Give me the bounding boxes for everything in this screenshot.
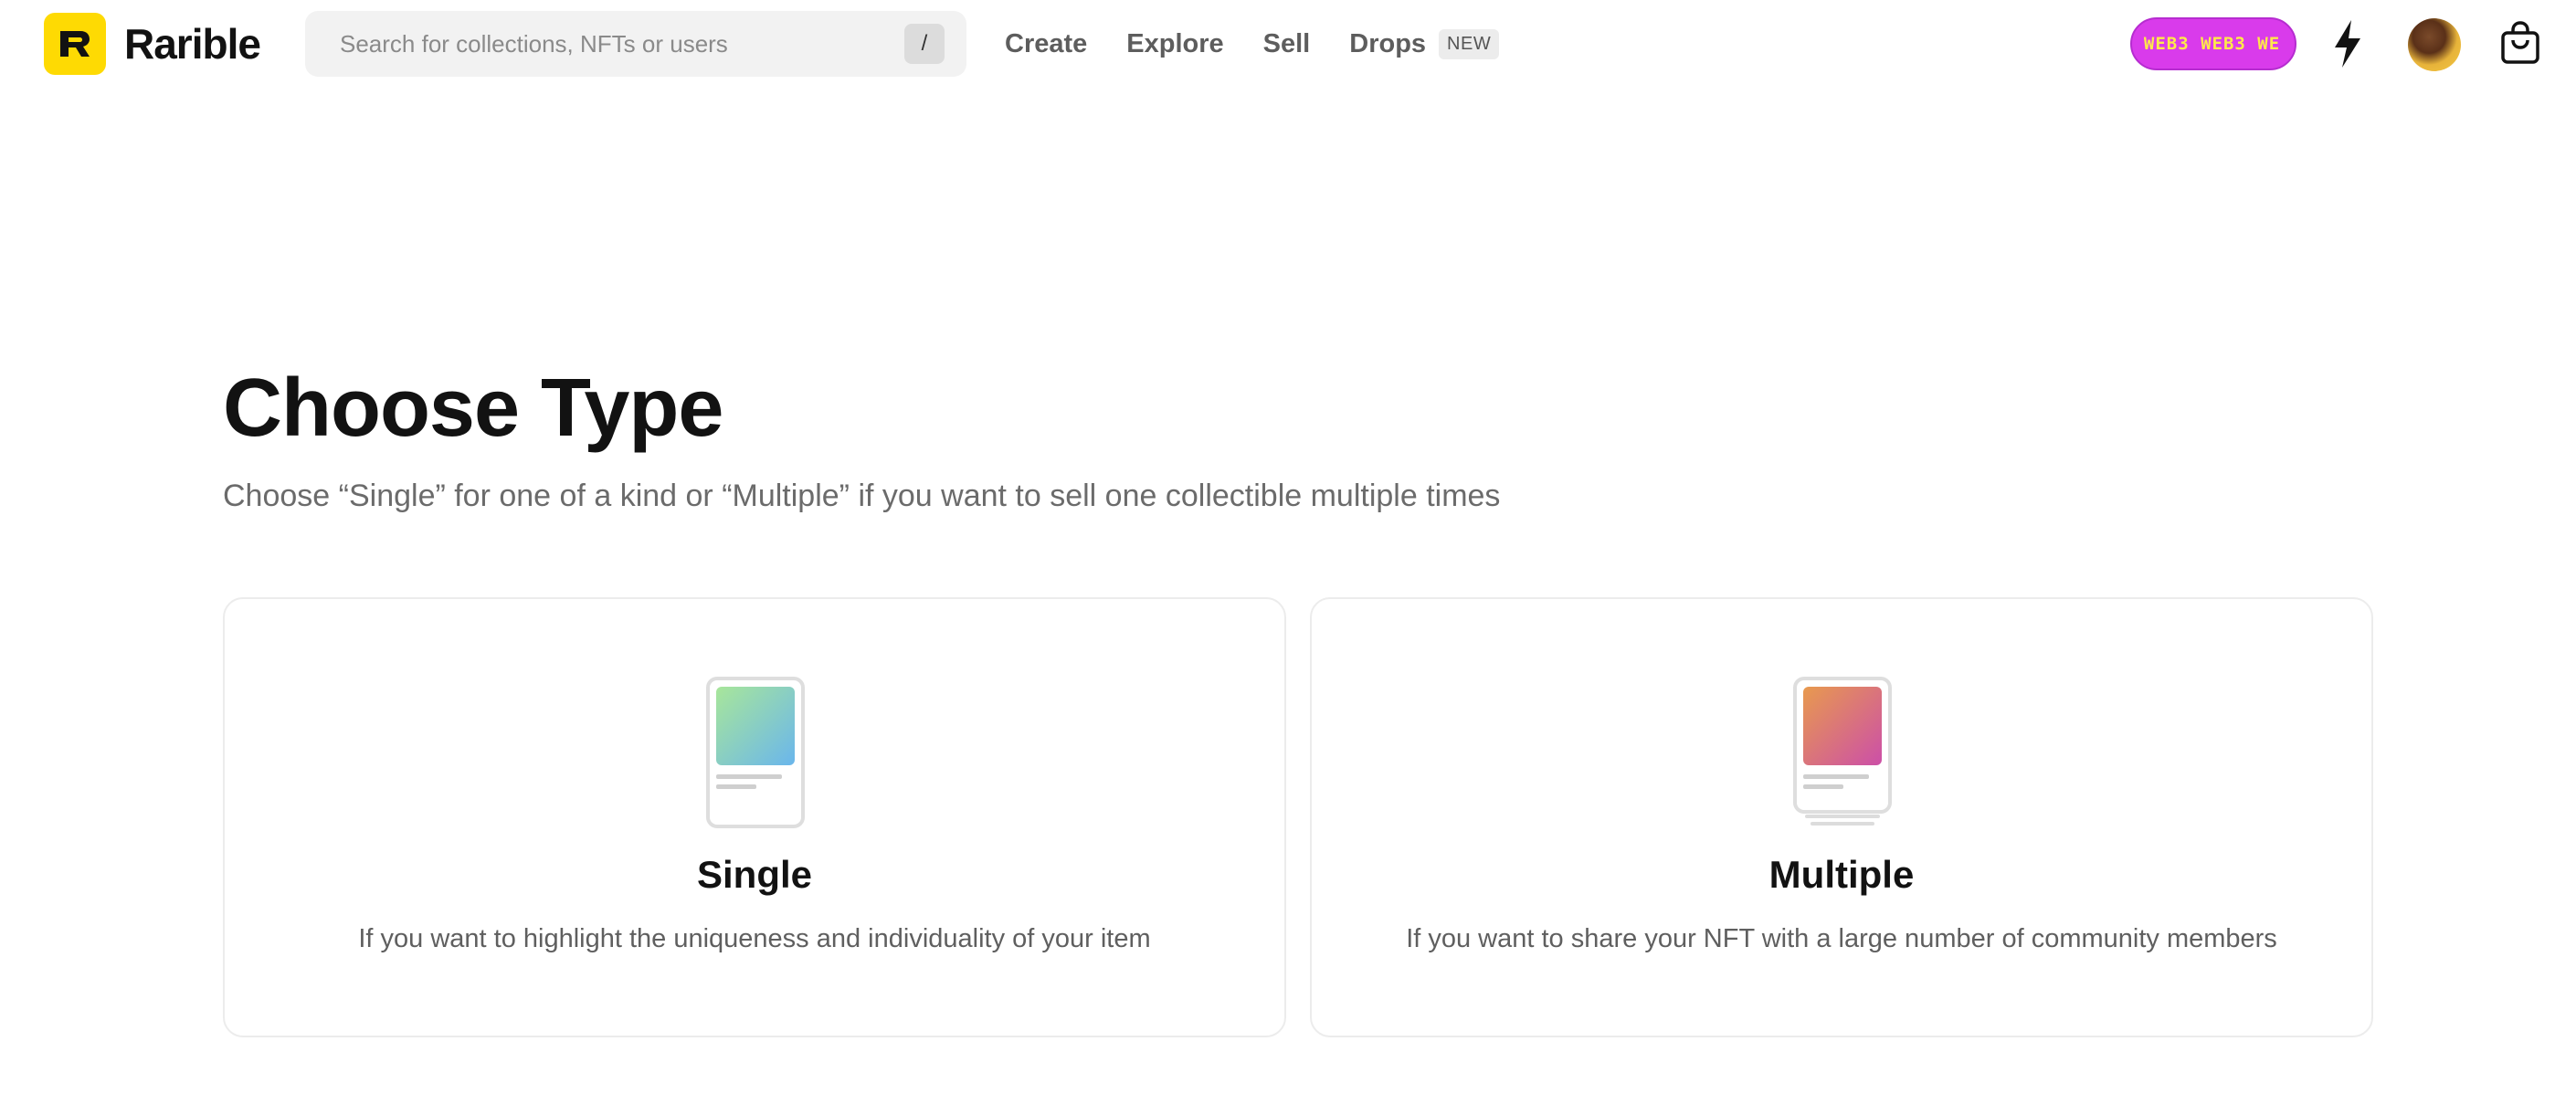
single-card-description: If you want to highlight the uniqueness … xyxy=(358,924,1151,953)
search-bar[interactable]: / xyxy=(305,11,966,77)
nav-sell-link[interactable]: Sell xyxy=(1263,29,1311,59)
new-badge: NEW xyxy=(1439,28,1500,59)
multiple-card-description: If you want to share your NFT with a lar… xyxy=(1406,924,2277,953)
single-type-card[interactable]: Single If you want to highlight the uniq… xyxy=(223,597,1286,1037)
nav-create-link[interactable]: Create xyxy=(1005,29,1087,59)
multiple-type-card[interactable]: Multiple If you want to share your NFT w… xyxy=(1310,597,2373,1037)
multiple-nft-illustration-icon xyxy=(1792,676,1893,831)
search-input[interactable] xyxy=(340,29,904,58)
nav-explore-link[interactable]: Explore xyxy=(1126,29,1223,59)
nav-drops-link[interactable]: Drops xyxy=(1349,29,1426,59)
shopping-bag-icon[interactable] xyxy=(2499,20,2541,66)
lightning-bolt-icon[interactable] xyxy=(2329,18,2366,69)
single-card-title: Single xyxy=(696,853,813,896)
user-avatar[interactable] xyxy=(2408,18,2461,71)
single-nft-illustration-icon xyxy=(705,676,806,831)
rarible-logo[interactable]: Rarible xyxy=(44,13,261,75)
logo-mark-icon xyxy=(44,13,106,75)
web3-promo-button[interactable]: 3 WEB3 WEB3 WE xyxy=(2130,17,2296,70)
top-header: Rarible / Create Explore Sell Drops NEW … xyxy=(0,0,2576,88)
page-title: Choose Type xyxy=(223,363,723,454)
page-subtitle: Choose “Single” for one of a kind or “Mu… xyxy=(223,479,1501,513)
main-nav: Create Explore Sell Drops NEW xyxy=(1005,0,1500,88)
multiple-card-title: Multiple xyxy=(1768,853,1915,896)
search-shortcut-key: / xyxy=(904,24,945,64)
logo-text: Rarible xyxy=(124,20,261,68)
web3-promo-text: 3 WEB3 WEB3 WE xyxy=(2130,34,2281,54)
